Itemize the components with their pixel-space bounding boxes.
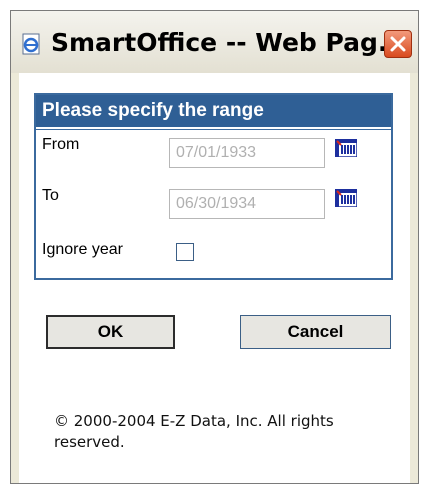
close-button[interactable]: [384, 30, 412, 58]
title-bar[interactable]: SmartOffice -- Web Pag...: [11, 11, 418, 73]
to-date-field[interactable]: 06/30/1934: [169, 189, 325, 219]
dialog-content: Please specify the range From 07/01/1933: [19, 73, 410, 483]
copyright-text: © 2000-2004 E-Z Data, Inc. All rights re…: [54, 412, 334, 451]
ok-button[interactable]: OK: [46, 315, 175, 349]
to-label: To: [42, 187, 59, 204]
calendar-icon[interactable]: [335, 189, 357, 207]
range-panel: Please specify the range From 07/01/1933: [34, 93, 393, 280]
range-panel-header: Please specify the range: [36, 95, 391, 127]
ie-page-icon: [22, 33, 40, 55]
ignore-year-checkbox[interactable]: [176, 243, 194, 261]
ignore-year-label: Ignore year: [42, 241, 123, 258]
window-title: SmartOffice -- Web Pag...: [51, 28, 407, 57]
dialog-window: SmartOffice -- Web Pag... Please specify…: [10, 10, 419, 484]
range-panel-body: From 07/01/1933 To 06/30/1934 Ignore yea…: [36, 129, 391, 278]
calendar-icon[interactable]: [335, 139, 357, 157]
cancel-button[interactable]: Cancel: [240, 315, 391, 349]
close-icon: [390, 36, 406, 52]
from-date-field[interactable]: 07/01/1933: [169, 138, 325, 168]
from-label: From: [42, 136, 80, 153]
